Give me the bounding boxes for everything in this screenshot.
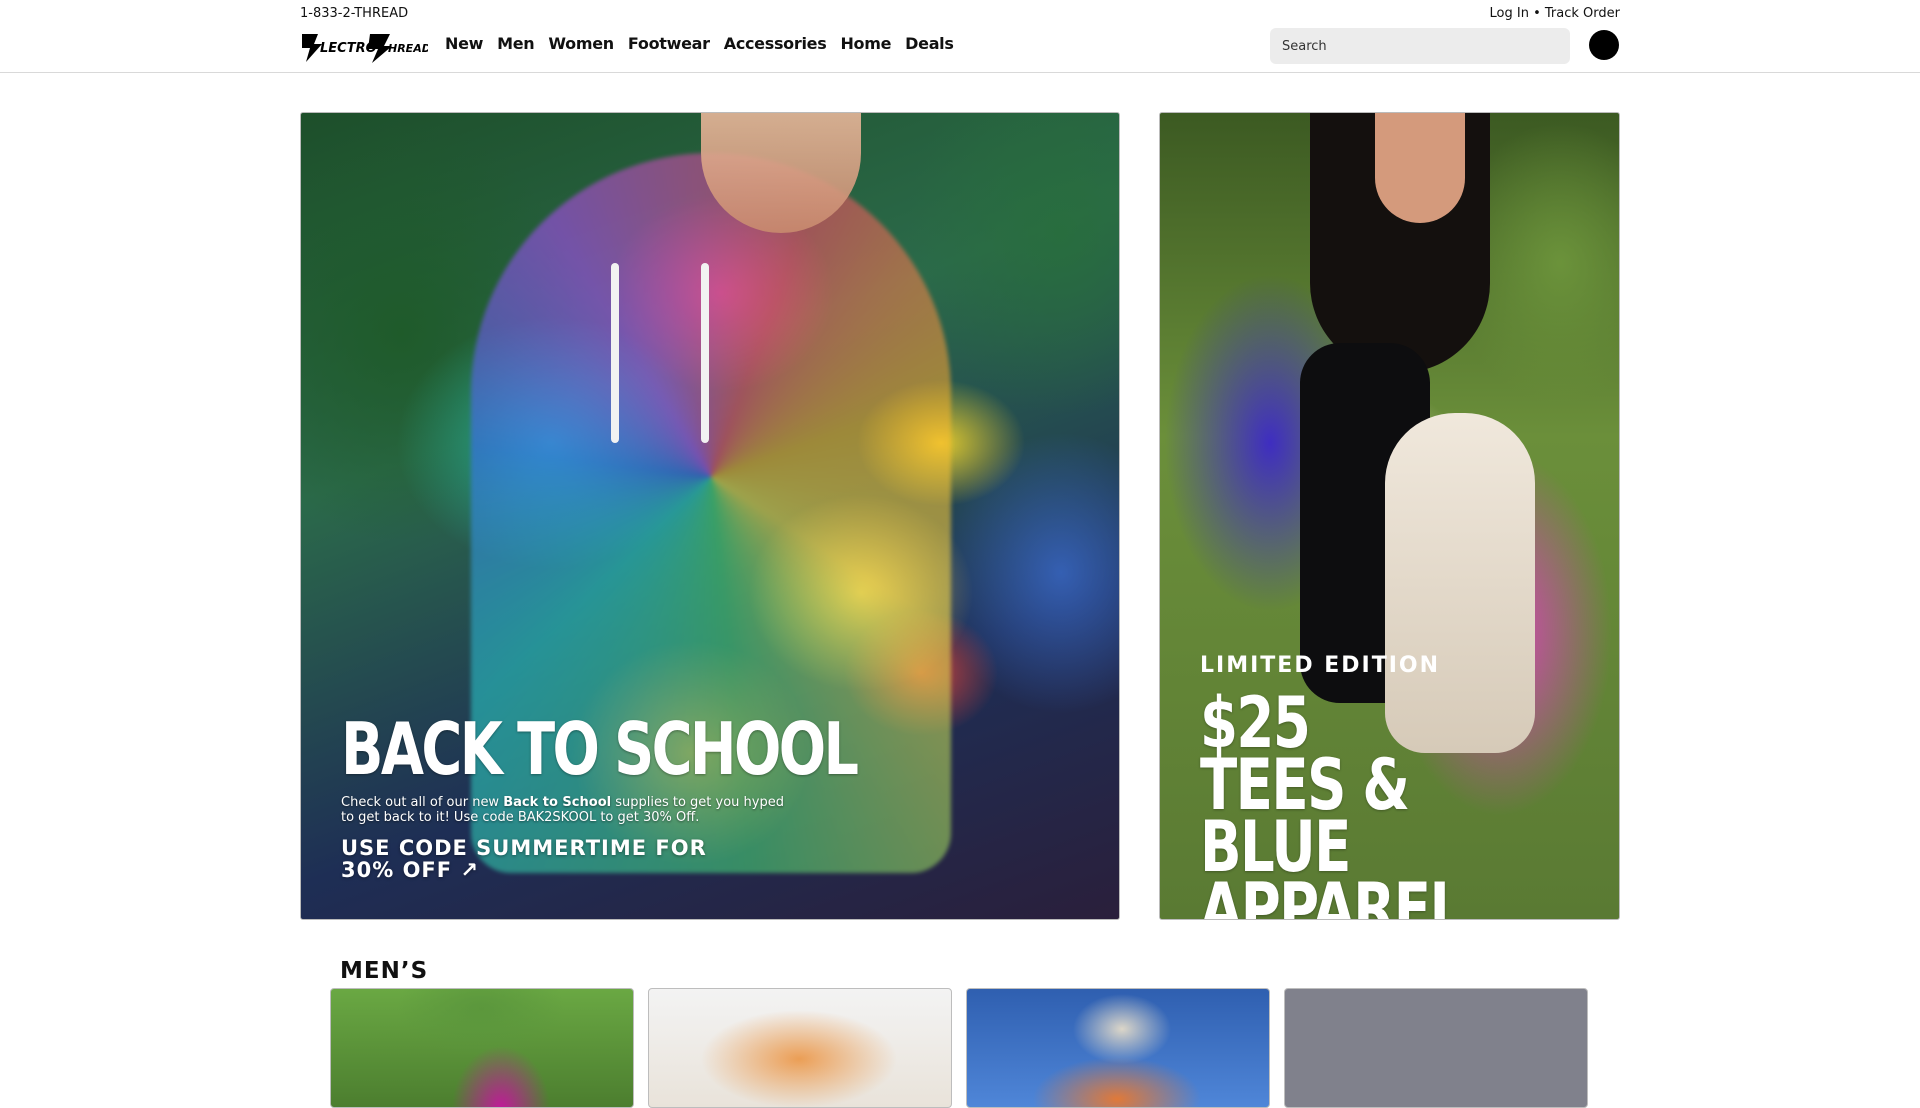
mens-product-row xyxy=(330,988,1588,1108)
logo-mark: LECTRO HREADS xyxy=(302,34,428,63)
promo-title: $25 TEES & BLUE APPAREL xyxy=(1200,682,1464,920)
product-card[interactable] xyxy=(1284,988,1588,1108)
svg-text:HREADS: HREADS xyxy=(388,42,428,55)
track-order-link[interactable]: Track Order xyxy=(1545,6,1620,21)
promo-copy: LIMITED EDITION $25 TEES & BLUE APPAREL xyxy=(1200,653,1530,920)
hero-desc-highlight: Back to School xyxy=(503,795,612,810)
hero-cta-link[interactable]: USE CODE SUMMERTIME FOR 30% OFF ↗ xyxy=(341,837,761,881)
search-input[interactable] xyxy=(1270,28,1570,64)
nav-women[interactable]: Women xyxy=(548,34,614,53)
section-title-mens: MEN’S xyxy=(340,958,429,984)
nav-new[interactable]: New xyxy=(445,34,483,53)
phone-number[interactable]: 1-833-2-THREAD xyxy=(300,6,408,21)
cart-icon[interactable] xyxy=(1589,30,1619,60)
product-card[interactable] xyxy=(330,988,634,1108)
product-card[interactable] xyxy=(648,988,952,1108)
hero-limited-edition[interactable]: LIMITED EDITION $25 TEES & BLUE APPAREL xyxy=(1159,112,1620,920)
separator: • xyxy=(1533,6,1541,21)
site-header: 1-833-2-THREAD Log In • Track Order LECT… xyxy=(0,0,1920,73)
hero-title: BACK TO SCHOOL xyxy=(341,707,859,791)
hero-back-to-school[interactable]: BACK TO SCHOOL Check out all of our new … xyxy=(300,112,1120,920)
hero-desc-text: Check out all of our new xyxy=(341,795,504,810)
nav-footwear[interactable]: Footwear xyxy=(628,34,710,53)
hoodie-drawstring xyxy=(701,263,709,443)
account-links: Log In • Track Order xyxy=(1490,6,1620,21)
hoodie-drawstring xyxy=(611,263,619,443)
product-card[interactable] xyxy=(966,988,1270,1108)
nav-men[interactable]: Men xyxy=(497,34,535,53)
nav-deals[interactable]: Deals xyxy=(905,34,954,53)
hero-image-face xyxy=(1375,113,1465,223)
svg-text:LECTRO: LECTRO xyxy=(320,41,377,56)
logo[interactable]: LECTRO HREADS xyxy=(300,28,432,66)
nav-home[interactable]: Home xyxy=(840,34,891,53)
nav-accessories[interactable]: Accessories xyxy=(724,34,827,53)
main-nav: New Men Women Footwear Accessories Home … xyxy=(445,34,954,53)
hero-copy: BACK TO SCHOOL Check out all of our new … xyxy=(341,713,901,881)
login-link[interactable]: Log In xyxy=(1490,6,1529,21)
hero-description: Check out all of our new Back to School … xyxy=(341,795,801,825)
promo-kicker: LIMITED EDITION xyxy=(1200,653,1441,678)
